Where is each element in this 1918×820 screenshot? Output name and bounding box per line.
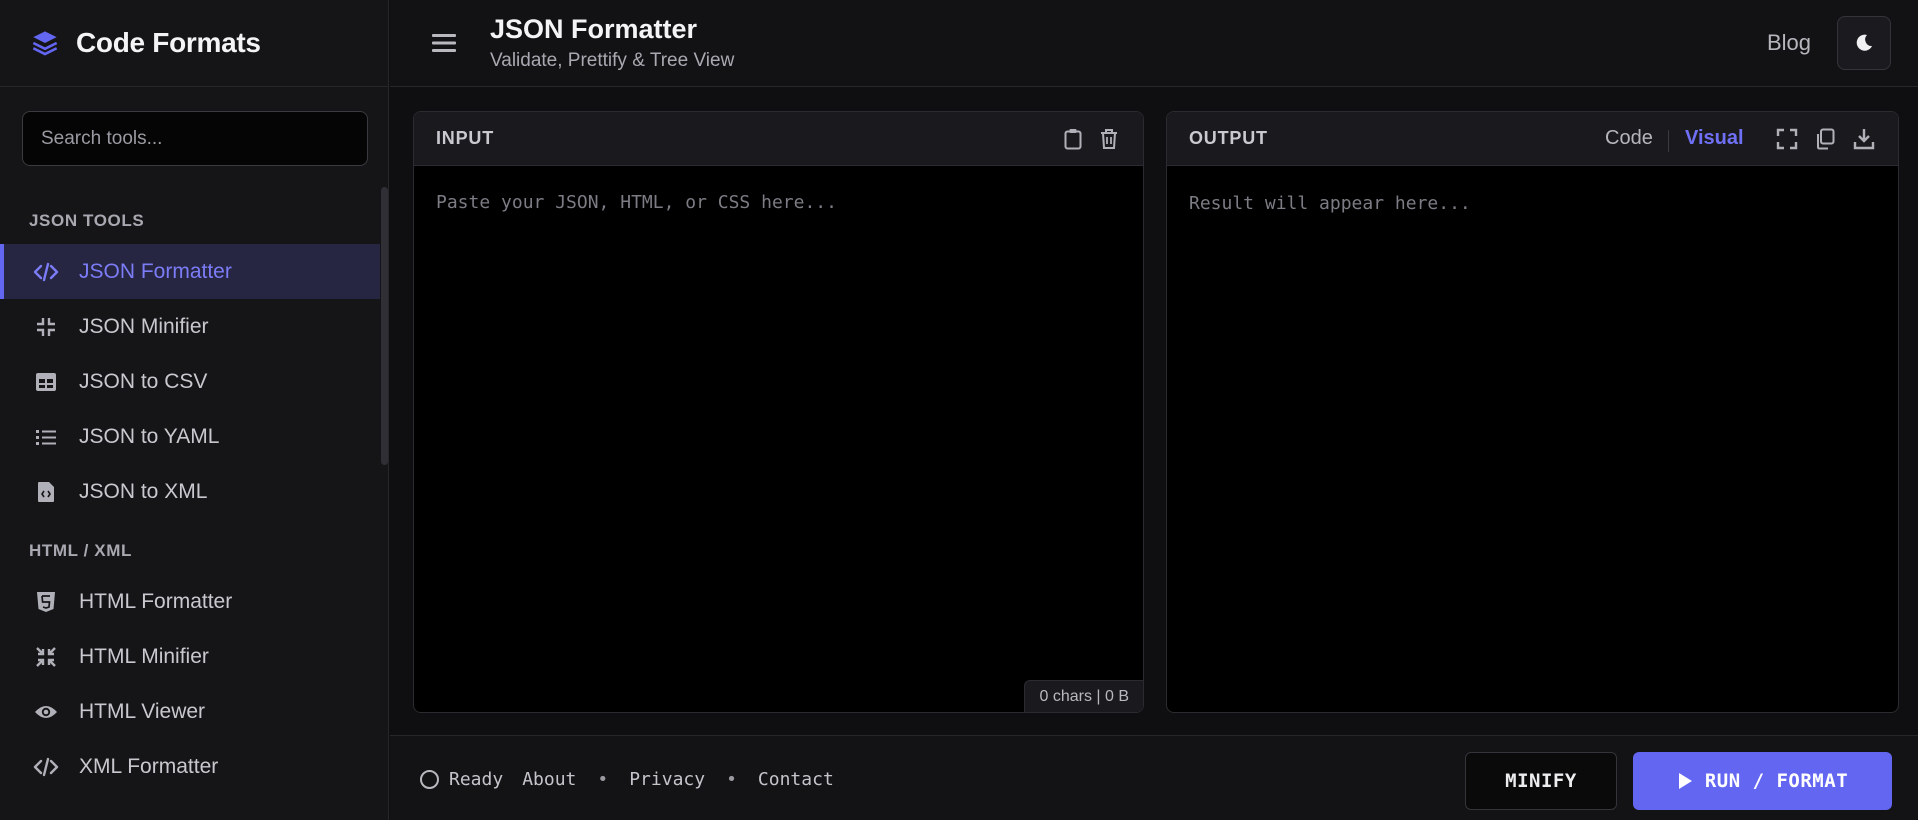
html5-icon [33, 589, 59, 615]
status-text: Ready [449, 769, 504, 790]
input-panel: INPUT 0 chars | 0 B [413, 111, 1144, 713]
char-counter: 0 chars | 0 B [1024, 680, 1143, 712]
sidebar-item-html-minifier[interactable]: HTML Minifier [0, 629, 380, 684]
sidebar-item-json-to-csv[interactable]: JSON to CSV [0, 354, 380, 409]
status-circle-icon [420, 770, 439, 789]
footer-separator: • [726, 769, 737, 790]
sidebar-item-json-minifier[interactable]: JSON Minifier [0, 299, 380, 354]
sidebar-item-label: HTML Minifier [79, 644, 209, 668]
contact-link[interactable]: Contact [758, 769, 834, 790]
sidebar-item-label: JSON to YAML [79, 424, 220, 448]
search-input[interactable] [22, 111, 368, 166]
sidebar-item-label: JSON Formatter [79, 259, 232, 283]
view-code-tab[interactable]: Code [1605, 127, 1653, 150]
theme-toggle-button[interactable] [1837, 16, 1891, 70]
brand-title: Code Formats [76, 27, 261, 58]
download-icon[interactable] [1850, 125, 1878, 153]
footer: Ready About • Privacy • Contact MINIFY R… [390, 735, 1918, 820]
footer-links: Ready About • Privacy • Contact [420, 769, 834, 790]
page-title: JSON Formatter [490, 14, 698, 44]
about-link[interactable]: About [522, 769, 576, 790]
sidebar-item-label: JSON to CSV [79, 369, 208, 393]
sidebar-scrollbar[interactable] [381, 187, 388, 465]
sidebar-item-html-formatter[interactable]: HTML Formatter [0, 574, 380, 629]
fullscreen-icon[interactable] [1773, 125, 1801, 153]
footer-separator: • [597, 769, 609, 790]
sidebar-item-xml-formatter[interactable]: XML Formatter [0, 739, 380, 794]
section-label-json-tools: JSON TOOLS [29, 211, 145, 230]
play-icon [1678, 773, 1692, 789]
input-label: INPUT [436, 128, 494, 148]
search-wrap [0, 87, 388, 166]
header: JSON Formatter Validate, Prettify & Tree… [390, 0, 1918, 87]
copy-icon[interactable] [1811, 125, 1839, 153]
view-visual-tab[interactable]: Visual [1685, 127, 1744, 150]
paste-icon[interactable] [1059, 125, 1087, 153]
output-placeholder: Result will appear here... [1189, 193, 1471, 214]
sidebar-item-html-viewer[interactable]: HTML Viewer [0, 684, 380, 739]
sidebar-item-json-to-yaml[interactable]: JSON to YAML [0, 409, 380, 464]
sidebar: Code Formats JSON TOOLS JSON Formatter J… [0, 0, 389, 820]
sidebar-item-json-formatter[interactable]: JSON Formatter [0, 244, 380, 299]
output-panel: OUTPUT Code Visual Result will appear he… [1166, 111, 1899, 713]
hamburger-icon [432, 34, 456, 52]
nav-json-tools: JSON Formatter JSON Minifier JSON to CSV… [0, 244, 380, 519]
privacy-link[interactable]: Privacy [629, 769, 705, 790]
sidebar-item-label: HTML Formatter [79, 589, 233, 613]
sidebar-item-label: XML Formatter [79, 754, 219, 778]
layers-icon [28, 26, 62, 60]
blog-link[interactable]: Blog [1767, 30, 1811, 56]
run-format-label: RUN / FORMAT [1704, 770, 1849, 792]
brand[interactable]: Code Formats [0, 0, 388, 87]
eye-icon [33, 699, 59, 725]
view-separator [1668, 130, 1669, 152]
sidebar-item-label: JSON Minifier [79, 314, 209, 338]
moon-icon [1856, 34, 1872, 51]
code-icon [33, 259, 59, 285]
compress-icon [33, 314, 59, 340]
menu-button[interactable] [428, 28, 460, 58]
output-panel-header: OUTPUT Code Visual [1167, 112, 1898, 166]
trash-icon[interactable] [1095, 125, 1123, 153]
file-code-icon [33, 479, 59, 505]
sidebar-item-label: JSON to XML [79, 479, 208, 503]
input-editor[interactable] [414, 167, 1143, 712]
sidebar-item-label: HTML Viewer [79, 699, 206, 723]
nav-html-xml: HTML Formatter HTML Minifier HTML Viewer… [0, 574, 380, 794]
list-icon [33, 424, 59, 450]
code-icon [33, 754, 59, 780]
run-format-button[interactable]: RUN / FORMAT [1633, 752, 1892, 810]
input-panel-header: INPUT [414, 112, 1143, 166]
page-subtitle: Validate, Prettify & Tree View [490, 50, 735, 71]
output-label: OUTPUT [1189, 128, 1268, 148]
table-icon [33, 369, 59, 395]
minify-button[interactable]: MINIFY [1465, 752, 1617, 810]
sidebar-item-json-to-xml[interactable]: JSON to XML [0, 464, 380, 519]
compress-arrows-icon [33, 644, 59, 670]
section-label-html-xml: HTML / XML [29, 541, 132, 560]
